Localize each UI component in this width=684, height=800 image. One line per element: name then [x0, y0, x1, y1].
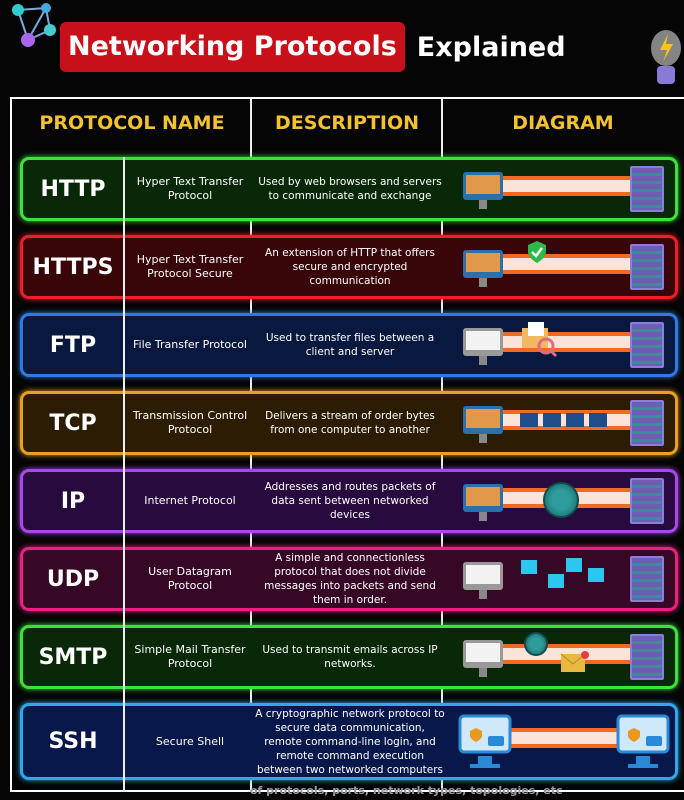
column-divider	[123, 157, 125, 792]
protocol-diagram	[448, 550, 676, 608]
computer-icon	[463, 640, 503, 677]
computer-icon	[463, 562, 503, 599]
computer-icon	[463, 250, 503, 287]
server-icon	[630, 166, 664, 212]
computer-icon	[463, 172, 503, 209]
shield-check-icon	[528, 241, 546, 263]
connection-pipe	[498, 728, 621, 748]
computer-icon	[463, 406, 503, 443]
protocol-full-name: Transmission Control Protocol	[132, 409, 248, 436]
globe-icon	[543, 482, 579, 518]
protocol-full-name: Hyper Text Transfer Protocol Secure	[136, 253, 244, 280]
protocol-abbreviation: HTTPS	[32, 254, 114, 280]
protocol-row-https: HTTPS Hyper Text Transfer Protocol Secur…	[20, 235, 678, 299]
protocol-abbreviation: IP	[60, 488, 86, 514]
packet-icon	[543, 413, 561, 427]
protocol-abbreviation: HTTP	[40, 176, 106, 202]
packet-icon	[589, 413, 607, 427]
protocol-full-name: Internet Protocol	[144, 494, 236, 507]
packet-icon	[566, 558, 582, 572]
server-icon	[630, 634, 664, 680]
protocol-full-name: Hyper Text Transfer Protocol	[136, 175, 244, 202]
packet-icon	[548, 574, 564, 588]
protocol-description: Used by web browsers and servers to comm…	[258, 176, 442, 202]
protocol-diagram	[448, 628, 676, 686]
protocol-row-ftp: FTP File Transfer Protocol Used to trans…	[20, 313, 678, 377]
server-icon	[630, 478, 664, 524]
protocol-abbreviation: SSH	[48, 729, 98, 754]
page-title: Networking Protocols Explained	[60, 22, 566, 72]
protocol-description: Used to transfer files between a client …	[265, 332, 435, 358]
protocol-abbreviation: UDP	[46, 566, 100, 592]
server-icon	[630, 244, 664, 290]
connection-pipe	[503, 176, 636, 196]
protocol-row-ssh: SSH Secure Shell A cryptographic network…	[20, 703, 678, 780]
header-protocol-name: PROTOCOL NAME	[39, 112, 225, 134]
header-diagram: DIAGRAM	[512, 112, 614, 134]
packet-icon	[521, 560, 537, 574]
protocol-row-smtp: SMTP Simple Mail Transfer Protocol Used …	[20, 625, 678, 689]
secure-computer-icon	[616, 714, 670, 768]
protocol-description: An extension of HTTP that offers secure …	[265, 247, 435, 287]
secure-computer-icon	[458, 714, 512, 768]
protocol-diagram	[448, 316, 676, 374]
protocol-row-udp: UDP User Datagram Protocol A simple and …	[20, 547, 678, 611]
packet-icon	[566, 413, 584, 427]
protocol-row-tcp: TCP Transmission Control Protocol Delive…	[20, 391, 678, 455]
protocol-full-name: Secure Shell	[155, 734, 225, 748]
mail-icon	[560, 651, 589, 672]
protocol-description: Delivers a stream of order bytes from on…	[265, 410, 435, 436]
protocol-full-name: Simple Mail Transfer Protocol	[134, 643, 246, 670]
title-rest: Explained	[416, 31, 566, 63]
title-highlight: Networking Protocols	[60, 22, 405, 72]
connection-pipe	[503, 254, 636, 274]
globe-icon	[524, 632, 548, 656]
folder-search-icon	[522, 322, 558, 358]
protocol-row-http: HTTP Hyper Text Transfer Protocol Used b…	[20, 157, 678, 221]
server-icon	[630, 556, 664, 602]
protocol-description: Used to transmit emails across IP networ…	[262, 644, 438, 670]
protocol-description: Addresses and routes packets of data sen…	[264, 481, 436, 521]
protocol-description: A cryptographic network protocol to secu…	[255, 707, 445, 776]
network-molecule-icon	[12, 3, 56, 47]
protocol-abbreviation: SMTP	[38, 644, 108, 670]
protocol-abbreviation: TCP	[49, 410, 97, 436]
protocol-full-name: File Transfer Protocol	[133, 338, 247, 351]
server-icon	[630, 400, 664, 446]
protocol-full-name: User Datagram Protocol	[148, 565, 232, 592]
protocol-diagram	[448, 706, 676, 777]
protocol-diagram	[448, 160, 676, 218]
packet-icon	[520, 413, 538, 427]
computer-icon	[463, 484, 503, 521]
protocol-diagram	[448, 394, 676, 452]
computer-icon	[463, 328, 503, 365]
packet-icon	[588, 568, 604, 582]
protocol-description: A simple and connectionless protocol tha…	[264, 552, 436, 606]
footer-partial-text: of protocols, ports, network types, topo…	[250, 784, 563, 797]
protocol-row-ip: IP Internet Protocol Addresses and route…	[20, 469, 678, 533]
protocol-diagram	[448, 238, 676, 296]
header-description: DESCRIPTION	[274, 112, 420, 134]
protocol-abbreviation: FTP	[49, 332, 97, 358]
server-icon	[630, 322, 664, 368]
lightbulb-icon	[651, 30, 681, 84]
protocol-diagram	[448, 472, 676, 530]
